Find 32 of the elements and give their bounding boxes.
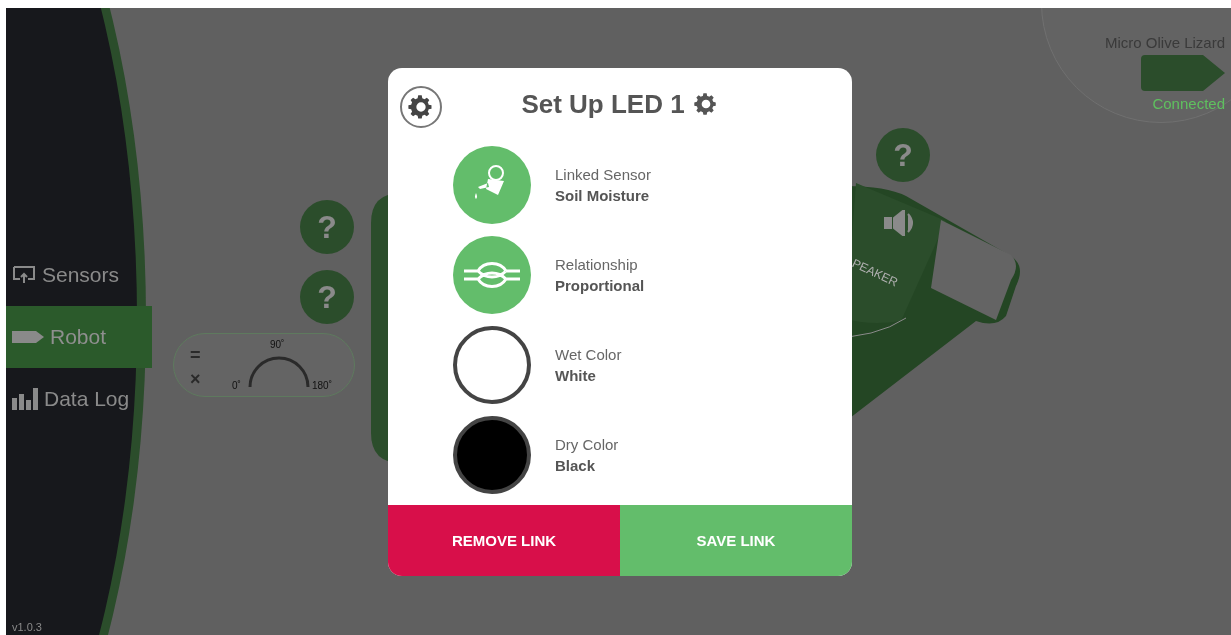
gauge-tick-label: 180˚: [312, 380, 332, 391]
setting-value: Soil Moisture: [555, 187, 651, 204]
setting-label: Dry Color: [555, 436, 619, 453]
sidebar-item[interactable]: Data Log: [6, 368, 148, 430]
sensor-screen-icon: [12, 265, 36, 285]
robot-icon: [12, 330, 44, 344]
help-button[interactable]: ?: [876, 128, 930, 182]
remove-link-button[interactable]: REMOVE LINK: [388, 505, 620, 576]
version-label: v1.0.3: [12, 621, 42, 633]
setting-value: White: [555, 367, 597, 384]
setting-label: Relationship: [555, 256, 639, 273]
help-button[interactable]: ?: [300, 270, 354, 324]
save-link-button[interactable]: SAVE LINK: [620, 505, 852, 576]
setting-value: Proportional: [555, 277, 645, 294]
gear-icon: [692, 91, 719, 117]
connection-status: Connected: [1152, 95, 1225, 112]
sidebar-item[interactable]: Sensors: [6, 244, 148, 306]
setting-label: Wet Color: [555, 346, 622, 363]
robot-icon: [1141, 55, 1225, 91]
dialog-title: Set Up LED 1: [521, 88, 685, 120]
setting-value: Black: [555, 457, 597, 474]
gauge-tick-label: 0˚: [232, 380, 241, 391]
sidebar-item[interactable]: Robot: [6, 306, 152, 368]
equals-sign: =: [190, 346, 201, 364]
servo-widget[interactable]: = × 90˚ 0˚ 180˚: [173, 333, 355, 397]
help-button[interactable]: ?: [300, 200, 354, 254]
settings-button[interactable]: [400, 86, 442, 128]
gauge-tick-label: 90˚: [270, 339, 285, 350]
multiply-sign: ×: [190, 370, 201, 388]
settings-icon: [407, 93, 435, 121]
setting-label: Linked Sensor: [555, 166, 651, 183]
bar-chart-icon: [12, 388, 38, 410]
